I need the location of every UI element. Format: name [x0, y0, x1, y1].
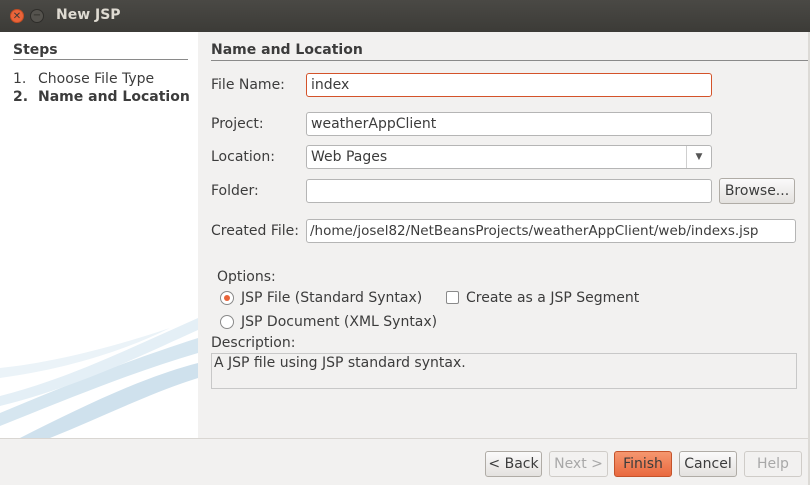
file-name-input[interactable]: index	[306, 73, 712, 97]
options-label: Options:	[217, 269, 276, 285]
steps-panel: Steps 1. Choose File Type 2. Name and Loca…	[0, 32, 198, 438]
chevron-down-icon[interactable]: ▼	[686, 146, 711, 168]
cancel-button[interactable]: Cancel	[679, 451, 737, 477]
steps-title: Steps	[13, 42, 58, 58]
button-bar-divider	[0, 438, 810, 439]
file-name-label: File Name:	[211, 77, 285, 93]
project-label: Project:	[211, 116, 264, 132]
back-button[interactable]: < Back	[485, 451, 542, 477]
step-label: Name and Location	[38, 89, 190, 105]
browse-button[interactable]: Browse...	[719, 178, 795, 204]
folder-input[interactable]	[306, 179, 712, 203]
window-title: New JSP	[56, 7, 121, 23]
step-name-and-location: 2. Name and Location	[13, 89, 190, 105]
location-selected-value: Web Pages	[311, 149, 388, 165]
jsp-document-radio[interactable]	[220, 315, 234, 329]
jsp-segment-checkbox[interactable]	[446, 291, 459, 304]
section-heading: Name and Location	[211, 42, 363, 58]
created-file-field[interactable]: /home/josel82/NetBeansProjects/weatherAp…	[306, 219, 796, 243]
help-button[interactable]: Help	[744, 451, 802, 477]
minimize-window-button[interactable]: −	[30, 9, 44, 23]
step-number: 1.	[13, 71, 27, 87]
step-label: Choose File Type	[38, 71, 155, 87]
decorative-swoosh-graphic	[0, 318, 198, 438]
location-select[interactable]: Web Pages ▼	[306, 145, 712, 169]
next-button[interactable]: Next >	[549, 451, 608, 477]
step-number: 2.	[13, 89, 29, 105]
jsp-segment-checkbox-label[interactable]: Create as a JSP Segment	[466, 290, 639, 306]
location-label: Location:	[211, 149, 275, 165]
description-text: A JSP file using JSP standard syntax.	[211, 353, 797, 389]
close-window-button[interactable]: ✕	[10, 9, 24, 23]
created-file-label: Created File:	[211, 223, 299, 239]
finish-button[interactable]: Finish	[614, 451, 672, 477]
folder-label: Folder:	[211, 183, 259, 199]
title-bar: ✕ − New JSP	[0, 0, 810, 32]
jsp-file-radio[interactable]	[220, 291, 234, 305]
step-choose-file-type: 1. Choose File Type	[13, 71, 154, 87]
project-field[interactable]: weatherAppClient	[306, 112, 712, 136]
jsp-file-radio-label[interactable]: JSP File (Standard Syntax)	[241, 290, 422, 306]
steps-divider	[13, 59, 188, 60]
description-label: Description:	[211, 335, 296, 351]
jsp-document-radio-label[interactable]: JSP Document (XML Syntax)	[241, 314, 437, 330]
section-divider	[211, 60, 808, 61]
